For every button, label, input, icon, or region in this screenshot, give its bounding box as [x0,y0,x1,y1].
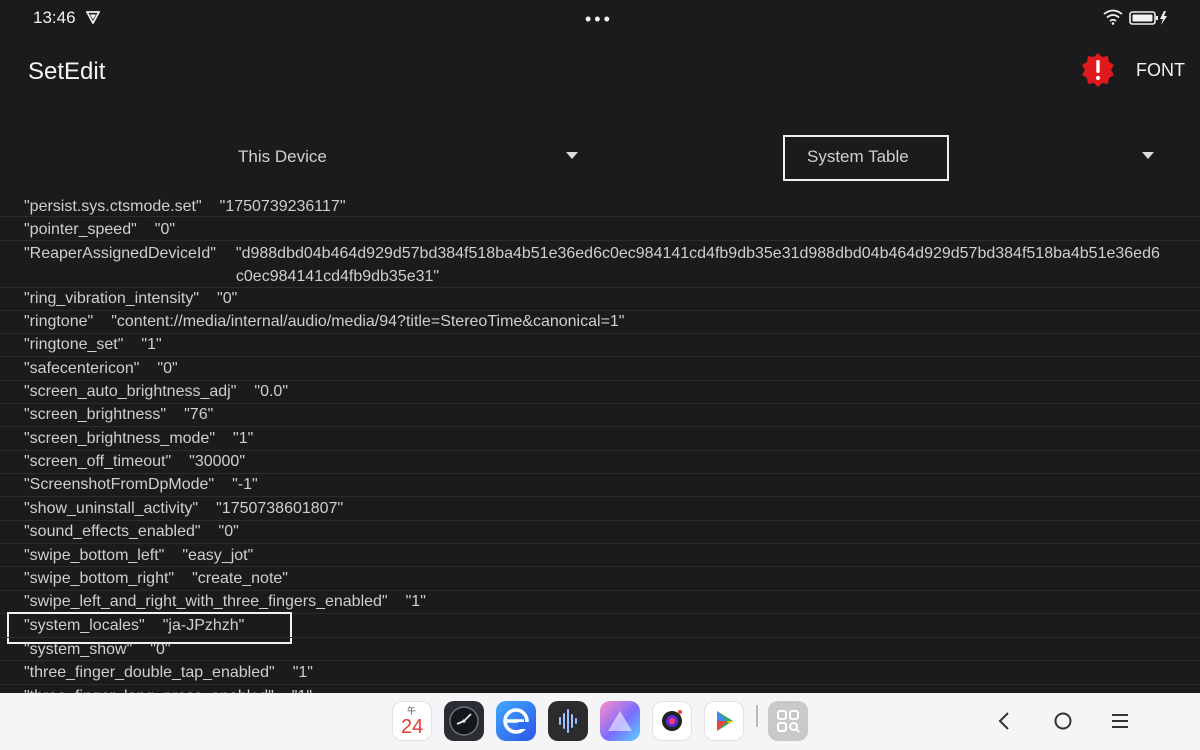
setting-key: "ReaperAssignedDeviceId" [24,245,216,262]
device-spinner[interactable]: This Device [26,135,586,181]
gallery-icon [608,711,632,731]
list-item[interactable]: "ScreenshotFromDpMode" "-1" [24,473,1184,496]
back-icon[interactable] [993,709,1017,733]
clock-icon [449,706,479,736]
battery-charging-icon [1129,11,1167,25]
setting-key: "screen_brightness_mode" [24,430,216,447]
clock-app-icon[interactable] [444,701,484,741]
wifi-icon [1103,9,1123,25]
setting-key: "ScreenshotFromDpMode" [24,476,215,493]
camera-lens-icon [662,710,682,731]
grid-search-icon [777,710,800,733]
device-spinner-label: This Device [238,147,327,166]
setting-key: "three_finger_long_press_enabled" [24,685,274,693]
more-dots-icon[interactable]: ••• [585,9,613,30]
setting-key: "show_uninstall_activity" [24,500,199,517]
setting-value: "0.0" [254,383,288,400]
browser-app-icon[interactable] [496,701,536,741]
setting-value: "1" [292,685,312,693]
setting-value: "30000" [189,453,246,470]
list-item[interactable]: "screen_brightness" "76" [24,403,1184,426]
list-item[interactable]: "three_finger_long_press_enabled" "1" [24,685,1184,693]
setting-value: "0" [217,290,238,307]
setting-key: "ringtone_set" [24,336,124,353]
setting-key: "screen_off_timeout" [24,453,172,470]
divider [0,216,1200,217]
vpn-icon [86,11,100,24]
app-drawer-icon[interactable] [768,701,808,741]
list-item[interactable]: "sound_effects_enabled" "0" [24,520,1184,543]
setting-value: "easy_jot" [182,547,254,564]
setting-value: "0" [157,360,178,377]
list-item[interactable]: "swipe_bottom_left" "easy_jot" [24,544,1184,567]
recorder-app-icon[interactable] [548,701,588,741]
browser-e-icon [503,708,530,734]
list-item[interactable]: "screen_off_timeout" "30000" [24,450,1184,473]
setting-key: "safecentericon" [24,360,140,377]
setting-value: "1750738601807" [216,500,344,517]
list-item[interactable]: "ringtone" "content://media/internal/audi… [24,310,1184,333]
setting-value: "1" [233,430,254,447]
taskbar: 午 24 [0,693,1200,750]
setting-key: "ringtone" [24,313,94,330]
setting-value: "1" [292,664,313,681]
play-store-app-icon[interactable] [704,701,744,741]
list-item[interactable]: "show_uninstall_activity" "1750738601807" [24,497,1184,520]
setting-value: "create_note" [192,570,288,587]
setting-key: "screen_auto_brightness_adj" [24,383,237,400]
status-bar: 13:46 ••• [0,0,1200,36]
setting-value: "0" [150,641,171,658]
dropdown-arrow-icon [1142,152,1154,159]
font-button[interactable]: FONT [1136,60,1185,81]
table-spinner[interactable]: System Table [783,135,1173,181]
setting-key: "sound_effects_enabled" [24,523,201,540]
gallery-app-icon[interactable] [600,701,640,741]
setting-value: "content://media/internal/audio/media/94… [111,313,625,330]
list-item[interactable]: "swipe_left_and_right_with_three_fingers… [24,590,1184,613]
list-item[interactable]: "safecentericon" "0" [24,357,1184,380]
list-item[interactable]: "persist.sys.ctsmode.set" "1750739236117" [24,195,1184,218]
list-item[interactable]: "screen_brightness_mode" "1" [24,427,1184,450]
settings-list[interactable]: "persist.sys.ctsmode.set" "1750739236117"… [0,193,1200,693]
setting-value: "0" [154,221,176,238]
list-item[interactable]: "ring_vibration_intensity" "0" [24,287,1184,310]
dropdown-arrow-icon [566,152,578,159]
home-icon[interactable] [1051,709,1075,733]
setting-value: "-1" [232,476,258,493]
list-item[interactable]: "three_finger_double_tap_enabled" "1" [24,661,1184,684]
setting-key: "three_finger_double_tap_enabled" [24,664,275,681]
setting-key: "pointer_speed" [24,221,137,238]
list-item[interactable]: "ReaperAssignedDeviceId" "d988dbd04b464d9… [24,242,1184,288]
setting-key: "persist.sys.ctsmode.set" [24,198,202,215]
setting-value: "1750739236117" [219,198,346,215]
setting-key: "system_show" [24,641,133,658]
divider [0,240,1200,241]
setting-value: "76" [184,406,214,423]
setting-key: "swipe_bottom_left" [24,547,165,564]
dock-separator [756,705,758,727]
play-store-icon [717,711,733,731]
camera-app-icon[interactable] [652,701,692,741]
table-spinner-label: System Table [807,147,909,166]
app-title: SetEdit [28,58,106,85]
setting-value: "0" [218,523,239,540]
setting-key: "swipe_bottom_right" [24,570,175,587]
alert-icon[interactable] [1080,52,1116,88]
calendar-app-icon[interactable]: 午 24 [392,701,432,741]
setting-value: "1" [141,336,162,353]
setting-key: "screen_brightness" [24,406,167,423]
list-item[interactable]: "ringtone_set" "1" [24,333,1184,356]
setting-key: "ring_vibration_intensity" [24,290,200,307]
list-item[interactable]: "screen_auto_brightness_adj" "0.0" [24,380,1184,403]
list-item[interactable]: "pointer_speed" "0" [24,218,1184,241]
setting-value: "1" [405,593,426,610]
sound-wave-icon [559,709,577,733]
list-item[interactable]: "system_show" "0" [24,638,1184,661]
status-time: 13:46 [33,8,76,27]
setting-value: "d988dbd04b464d929d57bd384f518ba4b51e36e… [235,245,1160,285]
calendar-day-text: 24 [401,716,424,738]
list-item[interactable]: "swipe_bottom_right" "create_note" [24,567,1184,590]
recents-menu-icon[interactable] [1108,709,1132,733]
setting-key: "swipe_left_and_right_with_three_fingers… [24,593,388,610]
